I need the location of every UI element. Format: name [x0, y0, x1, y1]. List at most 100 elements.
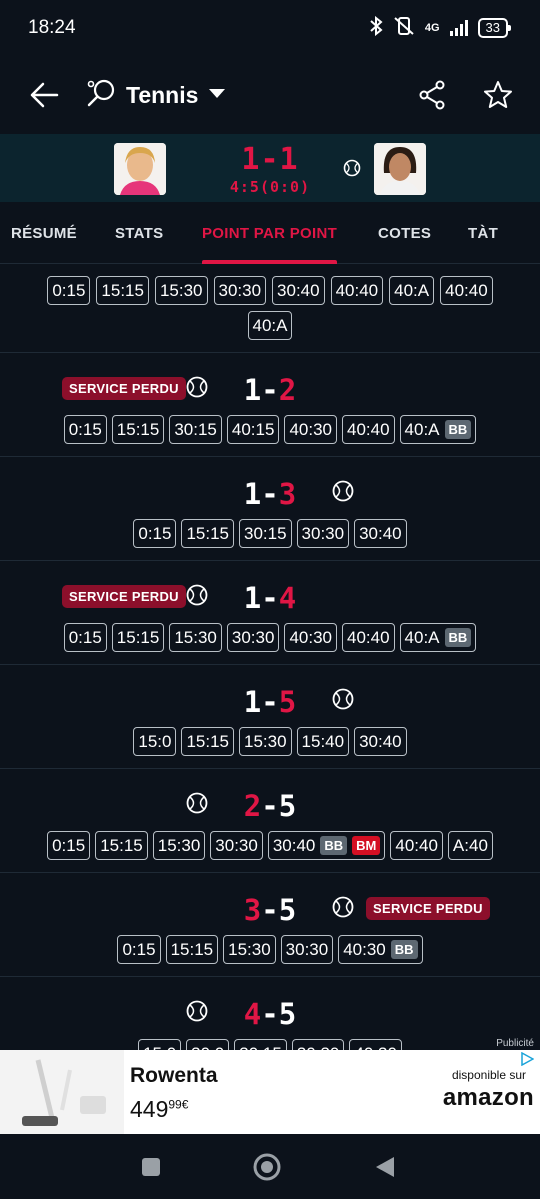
tab-tat[interactable]: TÀT: [468, 202, 498, 264]
status-time: 18:24: [28, 17, 76, 38]
point-chip: 40:30: [284, 623, 337, 652]
match-set-score: 1-1: [241, 142, 299, 177]
game-header: 1-3: [0, 469, 540, 519]
point-chip: 0:15: [133, 519, 177, 548]
network-type: 4G: [424, 22, 440, 34]
game-header: SERVICE PERDU 1-4: [0, 573, 540, 623]
point-chip: 15:30: [152, 831, 206, 860]
game-block: SERVICE PERDU 1-4 0:15 15:15 15:30 30:30…: [0, 561, 540, 665]
point-chip: 0:15: [47, 276, 91, 305]
point-sequence: 0:15 15:15 30:15 30:30 30:40: [0, 519, 540, 560]
tab-resume[interactable]: RÉSUMÉ: [11, 202, 77, 264]
favorite-star-icon[interactable]: [476, 73, 520, 117]
tab-stats[interactable]: STATS: [115, 202, 163, 264]
back-arrow-icon[interactable]: [20, 71, 68, 119]
point-chip: 30:30: [296, 519, 350, 548]
point-chip: 30:40: [354, 727, 407, 756]
break-point-badge: BB: [444, 420, 472, 439]
player2-avatar[interactable]: [374, 143, 426, 195]
match-score-header: 1-1 4:5(0:0): [0, 134, 540, 202]
point-chip: 40:A BB: [399, 623, 477, 652]
ad-choices-icon[interactable]: [520, 1051, 535, 1071]
serving-ball-icon: [332, 896, 354, 923]
point-chip: 15:40: [296, 727, 350, 756]
point-chip: 30:30: [213, 276, 267, 305]
serving-ball-icon: [343, 159, 361, 182]
ad-product-image[interactable]: [0, 1050, 124, 1134]
player1-avatar[interactable]: [114, 143, 166, 195]
point-chip: 15:30: [169, 623, 222, 652]
match-game-score: 4:5(0:0): [229, 178, 311, 196]
status-icons: 4G 33: [369, 15, 512, 41]
point-chip: A:40: [447, 831, 493, 860]
point-sequence: 15:0 15:15 15:30 15:40 30:40: [0, 727, 540, 768]
sport-title: Tennis: [126, 81, 199, 108]
point-chip: 0:15: [47, 831, 91, 860]
point-chip: 30:40: [272, 276, 325, 305]
point-chip: 15:15: [165, 935, 219, 964]
point-chip: 15:15: [181, 727, 234, 756]
recent-apps-icon[interactable]: [136, 1152, 166, 1182]
game-score: 1-5: [243, 685, 297, 719]
point-chip: 40:30: [284, 415, 337, 444]
home-icon[interactable]: [252, 1152, 282, 1182]
app-bar-actions: [410, 73, 520, 117]
game-score: 2-5: [243, 789, 297, 823]
serving-ball-icon: [332, 688, 354, 715]
game-block: 1-5 15:0 15:15 15:30 15:40 30:40: [0, 665, 540, 769]
point-chip: 15:0: [133, 727, 177, 756]
serving-ball-icon: [332, 480, 354, 507]
game-header: 1-5: [0, 677, 540, 727]
share-icon[interactable]: [410, 73, 454, 117]
point-sequence: 0:15 15:15 15:30 30:30 40:30 40:40 40:A B…: [0, 623, 540, 664]
point-chip: 0:15: [63, 623, 107, 652]
point-sequence: 0:15 15:15 15:30 30:30 30:40 40:40 40:A …: [0, 276, 540, 352]
point-sequence: 0:15 15:15 15:30 30:30 40:30 BB: [0, 935, 540, 976]
game-header: 3-5 SERVICE PERDU: [0, 885, 540, 935]
sport-selector[interactable]: Tennis: [86, 78, 226, 113]
point-sequence: 0:15 15:15 30:15 40:15 40:30 40:40 40:A B…: [0, 415, 540, 456]
point-chip: 30:30: [280, 935, 334, 964]
point-chip: 0:15: [117, 935, 161, 964]
point-chip: 40:40: [440, 276, 493, 305]
point-chip: 40:15: [226, 415, 280, 444]
battery-icon: 33: [477, 18, 512, 38]
game-score: 1-2: [243, 373, 297, 407]
point-chip: 40:40: [341, 415, 395, 444]
point-chip: 15:30: [223, 935, 276, 964]
point-chip: 15:15: [95, 831, 148, 860]
game-block: 0:15 15:15 15:30 30:30 30:40 40:40 40:A …: [0, 264, 540, 353]
back-triangle-icon[interactable]: [370, 1152, 400, 1182]
point-chip: 40:40: [390, 831, 443, 860]
ad-brand: Rowenta: [130, 1064, 218, 1087]
tab-point-par-point[interactable]: POINT PAR POINT: [202, 202, 338, 264]
ad-available-on: disponible sur: [451, 1068, 526, 1082]
point-chip: 40:40: [341, 623, 395, 652]
app-bar: Tennis: [0, 56, 540, 134]
point-chip: 15:15: [181, 519, 234, 548]
ad-price: 44999€: [130, 1096, 189, 1122]
vibrate-off-icon: [393, 16, 415, 41]
point-chip: 40:40: [330, 276, 384, 305]
point-chip: 40:30 BB: [338, 935, 423, 964]
match-tabs: RÉSUMÉ STATS POINT PAR POINT COTES TÀT: [0, 202, 540, 264]
game-header: SERVICE PERDU 1-2: [0, 365, 540, 415]
game-block: 1-3 0:15 15:15 30:15 30:30 30:40: [0, 457, 540, 561]
point-chip: 15:15: [111, 623, 165, 652]
service-lost-badge: SERVICE PERDU: [366, 897, 490, 920]
game-score: 1-4: [243, 581, 297, 615]
signal-icon: [449, 20, 468, 36]
point-chip: 30:15: [169, 415, 222, 444]
bluetooth-icon: [369, 15, 383, 41]
ad-label: Publicité: [496, 1038, 534, 1049]
point-chip: 40:A: [389, 276, 435, 305]
ad-banner[interactable]: Rowenta 44999€ disponible sur amazon: [0, 1050, 540, 1134]
point-chip: 30:30: [210, 831, 263, 860]
break-point-badge: BB: [444, 628, 472, 647]
point-sequence: 0:15 15:15 15:30 30:30 30:40 BB BM 40:40 A…: [0, 831, 540, 872]
status-bar: 18:24 4G 33: [0, 0, 540, 56]
game-block: 3-5 SERVICE PERDU 0:15 15:15 15:30 30:30…: [0, 873, 540, 977]
point-chip: 15:15: [111, 415, 165, 444]
tab-cotes[interactable]: COTES: [378, 202, 431, 264]
point-chip: 0:15: [63, 415, 107, 444]
